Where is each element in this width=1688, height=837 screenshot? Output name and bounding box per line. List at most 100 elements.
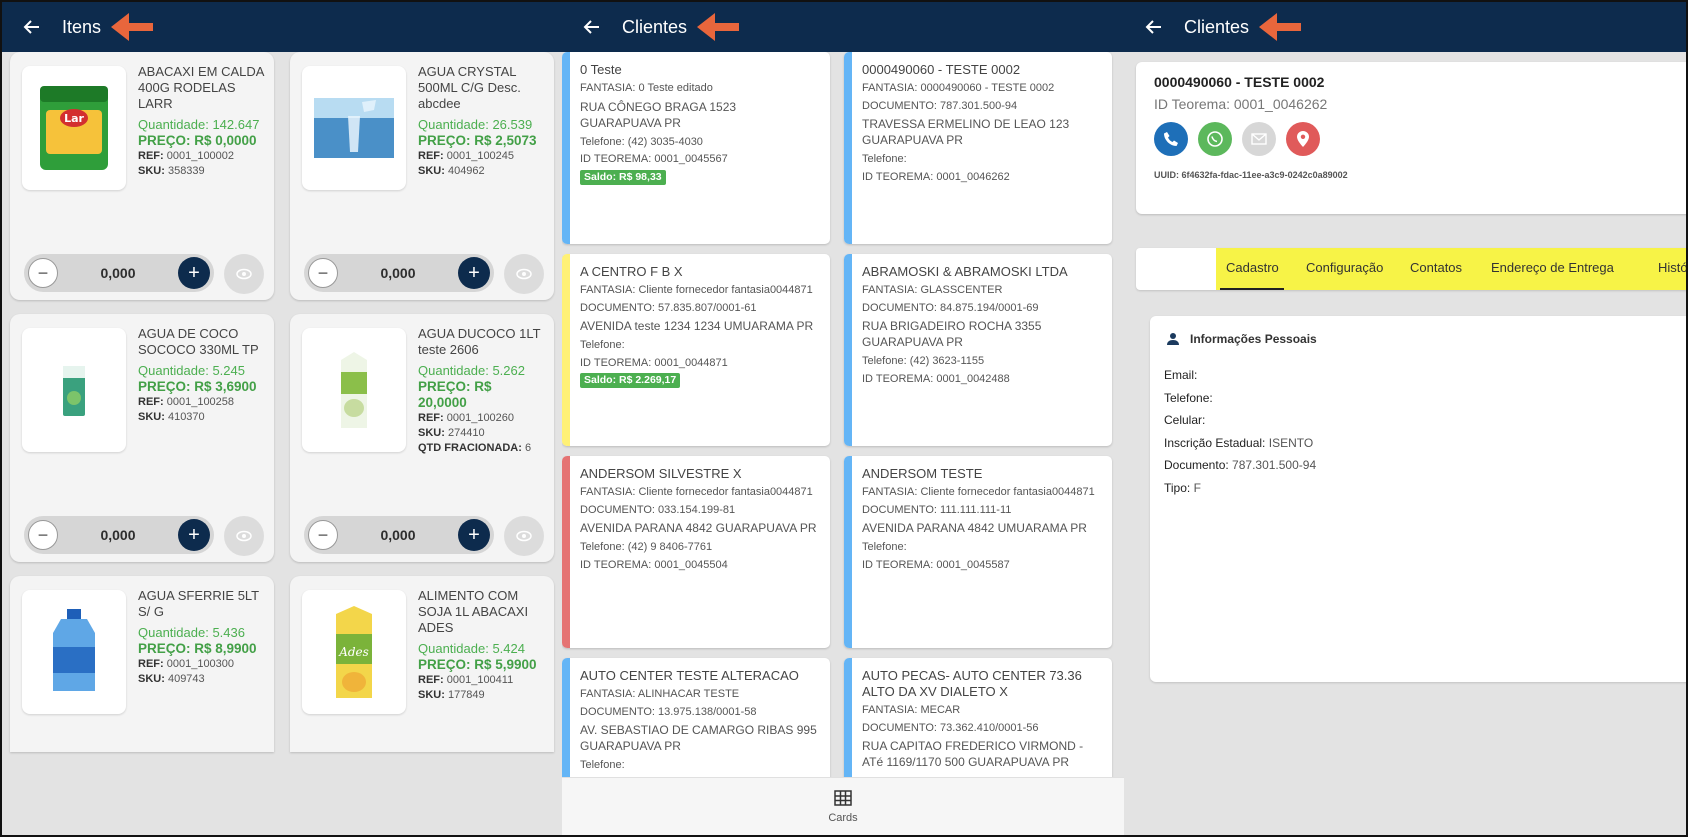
client-card[interactable]: A CENTRO F B X FANTASIA: Cliente fornece… (562, 254, 830, 446)
back-arrow-icon[interactable] (582, 17, 602, 37)
stepper-value[interactable]: 0,000 (380, 527, 415, 543)
ref-label: REF: (418, 674, 444, 686)
product-price: PREÇO: R$ 8,9900 (138, 641, 257, 656)
ref-value: 0001_100300 (166, 658, 235, 670)
increment-button[interactable]: + (177, 519, 210, 551)
fractional-label: QTD FRACIONADA: (418, 442, 522, 454)
client-name: 0 Teste (580, 62, 622, 77)
product-card[interactable]: Ades ALIMENTO COM SOJA 1L ABACAXI ADES Q… (290, 576, 554, 752)
decrement-button[interactable]: − (308, 258, 338, 288)
client-status-bar (562, 658, 570, 788)
increment-button[interactable]: + (457, 519, 490, 551)
product-price: PREÇO: R$ 3,6900 (138, 379, 257, 394)
email-button[interactable] (1242, 122, 1276, 156)
client-name: AUTO PECAS- AUTO CENTER 73.36 ALTO DA XV… (862, 668, 1082, 699)
eye-icon (236, 530, 252, 542)
stepper-value[interactable]: 0,000 (100, 265, 135, 281)
product-price: PREÇO: R$ 2,5073 (418, 133, 537, 148)
product-card[interactable]: AGUA CRYSTAL 500ML C/G Desc. abcdee Quan… (290, 52, 554, 300)
call-button[interactable] (1154, 122, 1188, 156)
decrement-button[interactable]: − (308, 520, 338, 550)
product-name: AGUA DE COCO SOCOCO 330ML TP (138, 326, 259, 357)
eye-icon (516, 530, 532, 542)
product-sku: SKU: 274410 (418, 426, 550, 441)
field-label: Telefone: (1164, 390, 1213, 405)
grid-icon[interactable] (834, 789, 852, 806)
product-card[interactable]: AGUA SFERRIE 5LT S/ G Quantidade: 5.436 … (10, 576, 274, 752)
sku-value: 177849 (447, 689, 485, 701)
product-card[interactable]: Lar ABACAXI EM CALDA 400G RODELAS LARR Q… (10, 52, 274, 300)
view-button[interactable] (224, 516, 264, 556)
decrement-button[interactable]: − (28, 520, 58, 550)
product-ref: REF: 0001_100260 (418, 411, 550, 426)
client-name: A CENTRO F B X (580, 264, 683, 279)
stepper-value[interactable]: 0,000 (100, 527, 135, 543)
stepper-value[interactable]: 0,000 (380, 265, 415, 281)
client-card[interactable]: ANDERSOM TESTE FANTASIA: Cliente fornece… (844, 456, 1112, 648)
increment-button[interactable]: + (177, 257, 210, 289)
client-document: DOCUMENTO: 787.301.500-94 (862, 99, 1018, 112)
client-status-bar (844, 456, 852, 648)
client-name: ABRAMOSKI & ABRAMOSKI LTDA (862, 264, 1068, 279)
location-button[interactable] (1286, 122, 1320, 156)
client-id: ID TEOREMA: 0001_0045587 (862, 558, 1010, 571)
view-button[interactable] (504, 516, 544, 556)
can-icon: Lar (40, 86, 108, 170)
tab-contatos[interactable]: Contatos (1410, 260, 1462, 275)
field-label: Celular: (1164, 413, 1206, 427)
product-ref: REF: 0001_100258 (138, 395, 270, 410)
client-address: TRAVESSA ERMELINO DE LEAO 123 GUARAPUAVA… (862, 117, 1070, 147)
person-icon (1167, 333, 1179, 345)
client-card[interactable]: 0000490060 - TESTE 0002 FANTASIA: 000049… (844, 52, 1112, 244)
screenshot-frame: Itens Lar ABACAXI EM CALDA 400G RODELAS … (0, 0, 1688, 837)
client-phone: Telefone: (580, 759, 625, 771)
product-info: ABACAXI EM CALDA 400G RODELAS LARR Quant… (138, 64, 270, 179)
client-card[interactable]: AUTO CENTER TESTE ALTERACAO FANTASIA: AL… (562, 658, 830, 788)
view-button[interactable] (504, 254, 544, 294)
cards-nav-label[interactable]: Cards (828, 812, 857, 824)
water-glass-icon (314, 98, 394, 158)
tab-endereco-entrega[interactable]: Endereço de Entrega (1491, 260, 1614, 275)
eye-icon (516, 268, 532, 280)
product-card[interactable]: AGUA DUCOCO 1LT teste 2606 Quantidade: 5… (290, 314, 554, 562)
view-button[interactable] (224, 254, 264, 294)
field-tipo: Tipo: F (1164, 477, 1316, 500)
back-arrow-icon[interactable] (1144, 17, 1164, 37)
client-name: ANDERSOM SILVESTRE X (580, 466, 742, 481)
product-sku: SKU: 177849 (418, 688, 550, 703)
client-fantasia: FANTASIA: GLASSCENTER (862, 284, 1003, 296)
client-card[interactable]: ABRAMOSKI & ABRAMOSKI LTDA FANTASIA: GLA… (844, 254, 1112, 446)
product-card[interactable]: AGUA DE COCO SOCOCO 330ML TP Quantidade:… (10, 314, 274, 562)
field-inscricao-estadual: Inscrição Estadual: ISENTO (1164, 432, 1316, 455)
items-title: Itens (62, 16, 102, 37)
eye-icon (236, 268, 252, 280)
product-sku: SKU: 358339 (138, 164, 270, 179)
product-price: PREÇO: R$ 5,9900 (418, 657, 537, 672)
increment-button[interactable]: + (457, 257, 490, 289)
tab-cadastro[interactable]: Cadastro (1226, 260, 1279, 275)
sku-label: SKU: (138, 673, 165, 685)
client-name: 0000490060 - TESTE 0002 (1154, 74, 1325, 90)
carton-icon (341, 352, 367, 428)
client-id: ID TEOREMA: 0001_0046262 (862, 170, 1010, 183)
client-document: DOCUMENTO: 57.835.807/0001-61 (580, 301, 757, 314)
ref-label: REF: (418, 150, 444, 162)
client-card[interactable]: AUTO PECAS- AUTO CENTER 73.36 ALTO DA XV… (844, 658, 1112, 788)
product-info: AGUA DE COCO SOCOCO 330ML TP Quantidade:… (138, 326, 270, 425)
client-card[interactable]: ANDERSOM SILVESTRE X FANTASIA: Cliente f… (562, 456, 830, 648)
client-address: AV. SEBASTIAO DE CAMARGO RIBAS 995 GUARA… (580, 723, 817, 753)
client-fantasia: FANTASIA: Cliente fornecedor fantasia004… (580, 284, 813, 296)
tab-historico[interactable]: Histó (1658, 260, 1686, 275)
sku-value: 358339 (167, 165, 205, 177)
client-card[interactable]: 0 Teste FANTASIA: 0 Teste editado RUA CÔ… (562, 52, 830, 244)
client-name: ANDERSOM TESTE (862, 466, 983, 481)
tab-configuracao[interactable]: Configuração (1306, 260, 1383, 275)
ref-value: 0001_100260 (446, 412, 515, 424)
personal-info-header: Informações Pessoais (1166, 332, 1317, 346)
ref-value: 0001_100245 (446, 150, 515, 162)
whatsapp-button[interactable] (1198, 122, 1232, 156)
decrement-button[interactable]: − (28, 258, 58, 288)
back-arrow-icon[interactable] (22, 17, 42, 37)
client-document: DOCUMENTO: 111.111.111-11 (862, 503, 1012, 516)
annotation-arrow-icon (111, 13, 154, 41)
